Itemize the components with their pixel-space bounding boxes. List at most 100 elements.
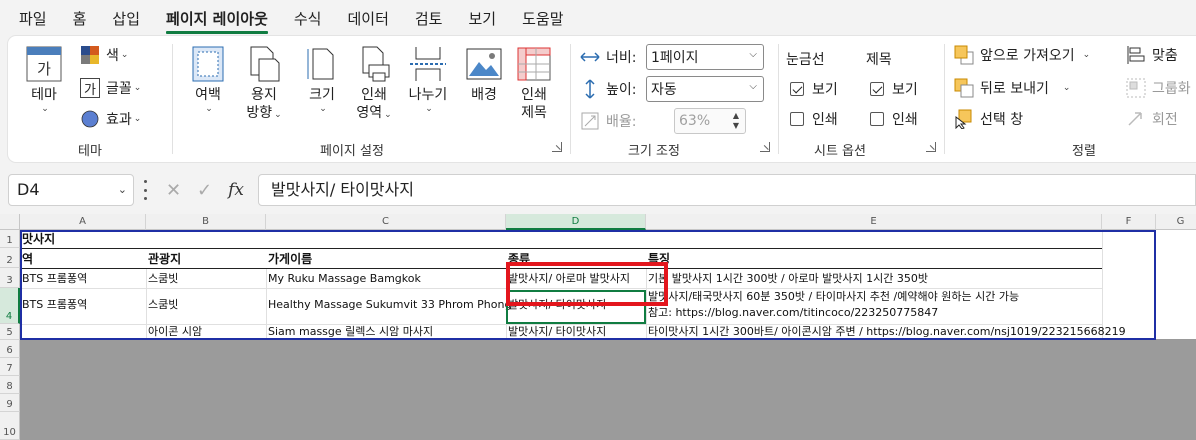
chevron-down-icon: ⌄: [1082, 50, 1091, 60]
effects-icon: [80, 109, 100, 129]
bring-forward-icon: [954, 45, 974, 65]
cell-d2[interactable]: 종류: [506, 252, 530, 266]
gridlines-view-checkbox[interactable]: 보기: [790, 78, 838, 100]
cell-b4[interactable]: 스쿰빗: [146, 298, 178, 312]
column-header-b[interactable]: B: [146, 214, 266, 230]
cell-d4[interactable]: 발맛사지/ 타이맛사지: [506, 298, 606, 312]
cell-e3[interactable]: 기본 발맛사지 1시간 300밧 / 아로마 발맛사지 1시간 350밧: [646, 272, 928, 286]
font-icon: 가: [80, 78, 100, 98]
cell-b2[interactable]: 관광지: [146, 252, 181, 266]
orientation-label-1: 용지: [251, 87, 277, 103]
checkbox-unchecked-icon: [790, 112, 804, 126]
cell-e4-line1[interactable]: 발맛사지/태국맛사지 60분 350밧 / 타이마사지 추천 /예약해야 원하는…: [646, 290, 1019, 304]
select-all-corner[interactable]: [0, 214, 20, 230]
more-options-icon[interactable]: [143, 180, 147, 200]
headings-view-label: 보기: [892, 82, 918, 98]
background-button[interactable]: 배경: [464, 44, 504, 104]
cell-e4-line2[interactable]: 참고: https://blog.naver.com/titincoco/223…: [646, 306, 938, 320]
themes-button[interactable]: 가 테마 ⌄: [24, 44, 64, 114]
print-titles-label-1: 인쇄: [521, 87, 547, 103]
headings-view-checkbox[interactable]: 보기: [870, 78, 918, 100]
cell-a3[interactable]: BTS 프롬퐁역: [20, 272, 87, 286]
column-header-a[interactable]: A: [20, 214, 146, 230]
tab-data[interactable]: 데이터: [334, 0, 401, 36]
align-button[interactable]: 맞춤: [1126, 44, 1178, 66]
column-header-g[interactable]: G: [1156, 214, 1196, 230]
height-select[interactable]: 자동 ⌵: [646, 76, 764, 102]
row-header-8[interactable]: 8: [0, 376, 20, 394]
tab-help[interactable]: 도움말: [509, 0, 576, 36]
tab-insert[interactable]: 삽입: [99, 0, 153, 36]
row-header-9[interactable]: 9: [0, 394, 20, 412]
row-header-1[interactable]: 1: [0, 230, 20, 248]
print-titles-button[interactable]: 인쇄 제목: [514, 44, 554, 122]
scale-group-label: 크기 조정: [628, 144, 680, 159]
cell-b5[interactable]: 아이콘 시암: [146, 325, 202, 339]
width-arrows-icon: [580, 47, 600, 67]
cell-a2[interactable]: 역: [20, 252, 33, 266]
cancel-icon[interactable]: ✕: [166, 180, 181, 201]
tab-view[interactable]: 보기: [455, 0, 509, 36]
width-select[interactable]: 1페이지 ⌵: [646, 44, 764, 70]
tab-file[interactable]: 파일: [6, 0, 60, 36]
row-header-5[interactable]: 5: [0, 324, 20, 340]
group-separator: [172, 44, 173, 154]
column-header-d[interactable]: D: [506, 214, 646, 230]
tab-home[interactable]: 홈: [60, 0, 100, 36]
cell-c2[interactable]: 가게이름: [266, 252, 312, 266]
orientation-label-2: 방향: [246, 105, 273, 121]
outside-print-area[interactable]: [20, 340, 1196, 440]
formula-input[interactable]: 발맛사지/ 타이맛사지: [258, 174, 1196, 206]
colors-button[interactable]: 색 ⌄: [80, 44, 128, 66]
tab-page-layout[interactable]: 페이지 레이아웃: [153, 0, 281, 36]
chevron-down-icon: ⌄: [133, 83, 142, 93]
header-border-top: [20, 248, 1102, 249]
column-header-c[interactable]: C: [266, 214, 506, 230]
name-box[interactable]: D4 ⌄: [8, 174, 134, 206]
cell-d3[interactable]: 발맛사지/ 아로마 발맛사지: [506, 272, 630, 286]
row-header-7[interactable]: 7: [0, 358, 20, 376]
cell-c3[interactable]: My Ruku Massage Bamgkok: [266, 272, 421, 286]
gridlines-print-checkbox[interactable]: 인쇄: [790, 108, 838, 130]
cell-e2[interactable]: 특징: [646, 252, 670, 266]
row-header-6[interactable]: 6: [0, 340, 20, 358]
cell-c4[interactable]: Healthy Massage Sukumvit 33 Phrom Phong: [266, 298, 511, 312]
fonts-button[interactable]: 가 글꼴 ⌄: [80, 77, 141, 99]
sheet-options-launcher-icon[interactable]: [926, 142, 936, 152]
formula-text: 발맛사지/ 타이맛사지: [271, 180, 414, 199]
cell-a4[interactable]: BTS 프롬퐁역: [20, 298, 87, 312]
cell-a1[interactable]: 맛사지: [20, 232, 55, 246]
row-header-3[interactable]: 3: [0, 268, 20, 288]
headings-print-checkbox[interactable]: 인쇄: [870, 108, 918, 130]
row-header-4[interactable]: 4: [0, 288, 20, 324]
scale-value: 63%: [679, 113, 711, 129]
checkbox-checked-icon: [870, 82, 884, 96]
cell-d5[interactable]: 발맛사지/ 타이맛사지: [506, 325, 606, 339]
tab-review[interactable]: 검토: [402, 0, 456, 36]
cell-e5[interactable]: 타이맛사지 1시간 300바트/ 아이콘시암 주변 / https://blog…: [646, 325, 1126, 339]
column-header-f[interactable]: F: [1102, 214, 1156, 230]
cell-b3[interactable]: 스쿰빗: [146, 272, 178, 286]
insert-function-icon[interactable]: fx: [228, 180, 244, 200]
selection-pane-button[interactable]: 선택 창: [954, 108, 1023, 130]
send-backward-button[interactable]: 뒤로 보내기 ⌄: [954, 77, 1070, 99]
size-button[interactable]: 크기 ⌄: [302, 44, 342, 114]
breaks-button[interactable]: 나누기 ⌄: [408, 44, 448, 114]
group-objects-icon: [1126, 78, 1146, 98]
print-area-button[interactable]: 인쇄 영역 ⌄: [354, 44, 394, 124]
page-setup-group-label: 페이지 설정: [320, 144, 384, 159]
row-header-2[interactable]: 2: [0, 248, 20, 268]
orientation-button[interactable]: 용지 방향 ⌄: [244, 44, 284, 124]
svg-text:가: 가: [37, 60, 51, 78]
scale-launcher-icon[interactable]: [760, 142, 770, 152]
margins-button[interactable]: 여백 ⌄: [188, 44, 228, 114]
effects-button[interactable]: 효과 ⌄: [80, 108, 141, 130]
tab-formulas[interactable]: 수식: [281, 0, 335, 36]
cell-c5[interactable]: Siam massge 릴렉스 시암 마사지: [266, 325, 433, 339]
page-setup-launcher-icon[interactable]: [552, 142, 562, 152]
column-header-e[interactable]: E: [646, 214, 1102, 230]
row-header-10[interactable]: 10: [0, 412, 20, 440]
bring-forward-button[interactable]: 앞으로 가져오기 ⌄: [954, 44, 1090, 66]
confirm-icon[interactable]: ✓: [197, 180, 212, 201]
header-border-bottom: [20, 268, 1102, 269]
